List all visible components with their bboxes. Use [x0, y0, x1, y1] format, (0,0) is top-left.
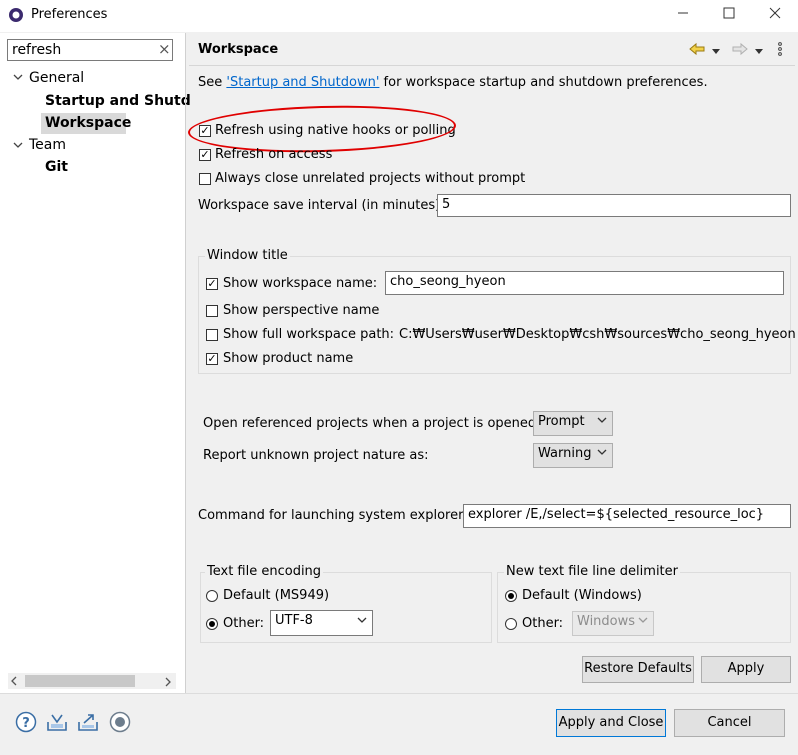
- close-icon[interactable]: [752, 0, 798, 32]
- tree-item-git[interactable]: Git: [45, 159, 68, 175]
- report-nature-label: Report unknown project nature as:: [203, 448, 429, 463]
- report-nature-value: Warning: [538, 446, 592, 461]
- show-product-checkbox[interactable]: ✓: [206, 353, 218, 365]
- open-referenced-select[interactable]: Prompt: [533, 411, 613, 436]
- encoding-group-label: Text file encoding: [205, 564, 324, 579]
- view-menu-icon[interactable]: [777, 42, 783, 60]
- tree-item-workspace[interactable]: Workspace: [45, 115, 131, 131]
- show-full-path-checkbox[interactable]: [206, 329, 218, 341]
- page-title: Workspace: [198, 42, 279, 57]
- tree-item-general[interactable]: General: [29, 70, 84, 86]
- forward-menu-icon[interactable]: [755, 44, 763, 59]
- filter-input[interactable]: refresh ×: [7, 39, 173, 61]
- command-label: Command for launching system explorer:: [198, 508, 468, 523]
- delimiter-other-label: Other:: [522, 616, 564, 631]
- forward-arrow-icon[interactable]: [732, 42, 748, 60]
- encoding-other-select[interactable]: UTF-8: [270, 610, 373, 636]
- help-icon[interactable]: ?: [15, 711, 37, 737]
- show-product-label: Show product name: [223, 351, 354, 366]
- clear-filter-icon[interactable]: ×: [158, 40, 171, 58]
- chevron-down-icon: [597, 447, 607, 460]
- back-menu-icon[interactable]: [712, 44, 720, 59]
- see-line: See 'Startup and Shutdown' for workspace…: [198, 75, 708, 90]
- report-nature-select[interactable]: Warning: [533, 443, 613, 468]
- record-icon[interactable]: [109, 711, 131, 737]
- restore-defaults-button[interactable]: Restore Defaults: [582, 656, 694, 683]
- delimiter-default-radio[interactable]: [505, 590, 517, 602]
- delimiter-group-label: New text file line delimiter: [504, 564, 680, 579]
- delimiter-default-label: Default (Windows): [522, 588, 642, 603]
- apply-and-close-button[interactable]: Apply and Close: [556, 709, 666, 737]
- title-bar: Preferences: [0, 0, 798, 32]
- see-suffix: for workspace startup and shutdown prefe…: [379, 75, 708, 90]
- export-icon[interactable]: [77, 712, 99, 736]
- show-perspective-checkbox[interactable]: [206, 305, 218, 317]
- back-arrow-icon[interactable]: [689, 42, 705, 60]
- encoding-other-value: UTF-8: [275, 613, 313, 628]
- refresh-access-checkbox[interactable]: ✓: [199, 149, 211, 161]
- refresh-access-label: Refresh on access: [215, 147, 333, 162]
- encoding-other-label: Other:: [223, 616, 265, 631]
- filter-text: refresh: [12, 42, 62, 58]
- open-referenced-value: Prompt: [538, 414, 585, 429]
- always-close-checkbox[interactable]: [199, 173, 211, 185]
- app-icon: [8, 7, 24, 23]
- workspace-name-input[interactable]: cho_seong_hyeon: [385, 271, 784, 295]
- show-full-path-label: Show full workspace path:: [223, 327, 395, 342]
- minimize-icon[interactable]: [660, 0, 706, 32]
- scroll-thumb[interactable]: [25, 675, 135, 687]
- encoding-other-radio[interactable]: [206, 618, 218, 630]
- cancel-button[interactable]: Cancel: [674, 709, 785, 737]
- scroll-right-icon[interactable]: [164, 676, 172, 691]
- save-interval-label: Workspace save interval (in minutes):: [198, 198, 445, 213]
- chevron-down-icon[interactable]: [13, 72, 23, 85]
- chevron-down-icon: [597, 415, 607, 428]
- show-workspace-name-label: Show workspace name:: [223, 276, 378, 291]
- full-path-value: C:₩Users₩user₩Desktop₩csh₩sources₩cho_se…: [399, 327, 796, 342]
- window-title-group-label: Window title: [205, 248, 290, 263]
- header-separator: [189, 65, 795, 66]
- import-icon[interactable]: [46, 712, 68, 736]
- encoding-default-radio[interactable]: [206, 590, 218, 602]
- see-prefix: See: [198, 75, 227, 90]
- delimiter-other-radio[interactable]: [505, 618, 517, 630]
- chevron-down-icon[interactable]: [13, 139, 23, 154]
- startup-shutdown-link[interactable]: 'Startup and Shutdown': [226, 75, 379, 90]
- command-input[interactable]: explorer /E,/select=${selected_resource_…: [463, 504, 791, 528]
- always-close-label: Always close unrelated projects without …: [215, 171, 526, 186]
- svg-text:?: ?: [22, 716, 30, 731]
- footer-separator: [0, 693, 798, 694]
- tree-item-team[interactable]: Team: [29, 137, 66, 153]
- open-referenced-label: Open referenced projects when a project …: [203, 416, 541, 431]
- chevron-down-icon: [357, 615, 367, 628]
- save-interval-input[interactable]: 5: [437, 194, 791, 217]
- pane-divider[interactable]: [185, 33, 186, 693]
- encoding-default-label: Default (MS949): [223, 588, 330, 603]
- tree-item-startup[interactable]: Startup and Shutd: [45, 93, 191, 109]
- chevron-down-icon: [638, 615, 648, 628]
- maximize-icon[interactable]: [706, 0, 752, 32]
- show-perspective-label: Show perspective name: [223, 303, 380, 318]
- scroll-left-icon[interactable]: [10, 676, 18, 689]
- horizontal-scrollbar[interactable]: [8, 673, 176, 689]
- show-workspace-name-checkbox[interactable]: ✓: [206, 278, 218, 290]
- apply-button[interactable]: Apply: [701, 656, 791, 683]
- delimiter-other-select[interactable]: Windows: [572, 611, 654, 636]
- window-title: Preferences: [31, 7, 108, 22]
- delimiter-other-value: Windows: [577, 614, 636, 629]
